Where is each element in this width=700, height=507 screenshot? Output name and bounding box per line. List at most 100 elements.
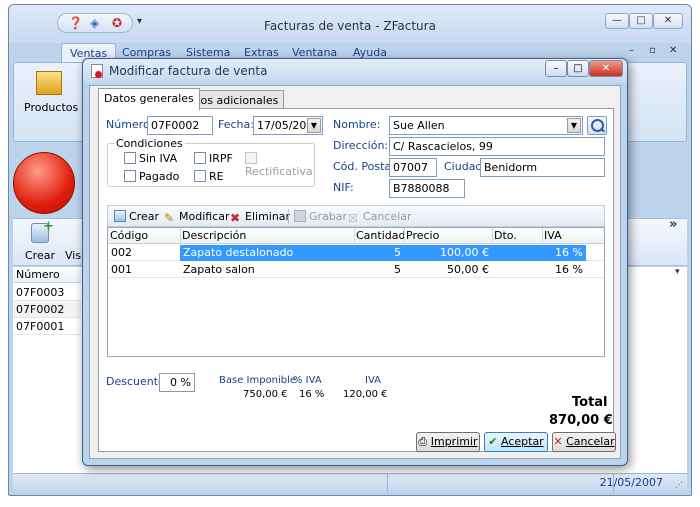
list-header-numero[interactable]: Número	[13, 267, 81, 283]
table-row[interactable]: 002 Zapato destalonado 5 100,00 € 16 %	[108, 245, 604, 261]
list-item[interactable]: 07F0002	[13, 301, 81, 318]
ciudad-field[interactable]: Benidorm	[480, 158, 605, 177]
total-value: 870,00 €	[549, 413, 613, 428]
tab-panel-general: Número: 07F0002 Fecha: 17/05/2007 ▼ Cond…	[98, 108, 614, 452]
printer-icon: ⎙	[418, 435, 428, 448]
search-button[interactable]	[587, 116, 607, 135]
record-icon	[13, 152, 75, 214]
dialog-close-button[interactable]: ✕	[589, 60, 623, 77]
cell-cantidad[interactable]: 5	[354, 262, 404, 278]
nif-label: NIF:	[333, 181, 354, 194]
dropdown-arrow-icon[interactable]: ▾	[675, 267, 680, 277]
cell-precio[interactable]: 50,00 €	[404, 262, 492, 278]
invoice-icon	[91, 64, 103, 78]
check-icon: ✔	[488, 435, 498, 448]
numero-field[interactable]: 07F0002	[147, 116, 213, 135]
descuento-field[interactable]: 0 %	[159, 373, 195, 392]
col-cantidad[interactable]: Cantidad	[354, 229, 405, 242]
cell-dto[interactable]	[492, 245, 542, 261]
porcentaje-iva-value: 16 %	[299, 389, 325, 400]
mdi-restore-icon[interactable]: ▫	[649, 45, 656, 56]
cancelar-button[interactable]: ✕ Cancelar	[552, 432, 616, 452]
table-row[interactable]: 001 Zapato salon 5 50,00 € 16 %	[108, 262, 604, 278]
col-dto[interactable]: Dto.	[492, 229, 517, 242]
delete-icon: ✖	[230, 211, 241, 225]
re-label: RE	[209, 170, 224, 183]
lines-toolbar: Crear ✎ Modificar ✖ Eliminar Grabar ☒ Cance…	[107, 205, 605, 227]
crear-line-button[interactable]: Crear	[114, 210, 159, 223]
iva-label: IVA	[365, 375, 381, 386]
tab-datos-generales[interactable]: Datos generales	[98, 88, 200, 110]
cell-descripcion[interactable]: Zapato destalonado	[180, 245, 354, 261]
resize-grip-icon[interactable]: ⋰	[675, 480, 683, 489]
list-item[interactable]: 07F0001	[13, 318, 81, 335]
edit-invoice-dialog: Modificar factura de venta – □ ✕ Datos g…	[82, 58, 628, 466]
cancelar-line-button: ☒ Cancelar	[348, 210, 412, 225]
eliminar-line-button[interactable]: ✖ Eliminar	[230, 210, 290, 224]
grabar-line-button: Grabar	[294, 210, 347, 223]
dialog-title-bar[interactable]: Modificar factura de venta – □ ✕	[83, 59, 627, 83]
imprimir-button[interactable]: ⎙ Imprimir	[416, 432, 480, 452]
toolbar-separator	[288, 209, 289, 224]
direccion-label: Dirección:	[333, 139, 389, 152]
cell-descripcion[interactable]: Zapato salon	[180, 262, 354, 278]
window-title: Facturas de venta - ZFactura	[264, 19, 436, 33]
cell-dto[interactable]	[492, 262, 542, 278]
close-icon: ✕	[553, 435, 563, 448]
cancelar-label: Cancelar	[566, 435, 615, 448]
invoice-lines-grid: Código Descripción Cantidad Precio Dto. …	[107, 227, 605, 357]
grid-header: Código Descripción Cantidad Precio Dto. …	[108, 228, 604, 244]
aceptar-label: Aceptar	[501, 435, 544, 448]
cell-precio[interactable]: 100,00 €	[404, 245, 492, 261]
irpf-checkbox[interactable]: IRPF	[194, 152, 233, 165]
cell-codigo[interactable]: 002	[108, 245, 180, 261]
modificar-line-button[interactable]: ✎ Modificar	[164, 210, 230, 224]
imprimir-label: Imprimir	[430, 435, 478, 448]
cancel-icon: ☒	[348, 212, 358, 225]
re-checkbox[interactable]: RE	[194, 170, 224, 183]
mdi-minimize-icon[interactable]: –	[629, 45, 634, 56]
cell-iva[interactable]: 16 %	[542, 262, 586, 278]
sin-iva-checkbox[interactable]: Sin IVA	[124, 152, 177, 165]
maximize-button[interactable]: □	[629, 13, 653, 29]
col-descripcion[interactable]: Descripción	[180, 229, 246, 242]
col-iva[interactable]: IVA	[542, 229, 562, 242]
close-button[interactable]: ✕	[653, 13, 683, 29]
direccion-field[interactable]: C/ Rascacielos, 99	[389, 137, 605, 156]
crear-button[interactable]: Crear	[25, 249, 55, 262]
list-item[interactable]: 07F0003	[13, 284, 81, 301]
status-divider	[387, 474, 388, 492]
dialog-maximize-button[interactable]: □	[567, 60, 589, 77]
col-codigo[interactable]: Código	[108, 229, 148, 242]
aceptar-button[interactable]: ✔ Aceptar	[484, 432, 548, 452]
chevron-down-icon[interactable]: ▼	[567, 118, 581, 133]
condiciones-group: Condiciones Sin IVA IRPF Rectificativa P…	[107, 137, 315, 187]
crear-line-label: Crear	[129, 210, 159, 223]
dialog-body: Datos generales Datos adicionales Número…	[89, 85, 621, 459]
cell-iva[interactable]: 16 %	[542, 245, 586, 261]
chevron-down-icon[interactable]: ▼	[307, 118, 321, 133]
cell-codigo[interactable]: 001	[108, 262, 180, 278]
condiciones-legend: Condiciones	[114, 137, 185, 150]
minimize-button[interactable]: —	[605, 13, 629, 29]
productos-icon	[36, 71, 62, 95]
cp-field[interactable]: 07007	[389, 158, 437, 177]
rectificativa-label: Rectificativa	[245, 165, 313, 178]
pagado-checkbox[interactable]: Pagado	[124, 170, 179, 183]
grabar-line-label: Grabar	[309, 210, 348, 223]
irpf-label: IRPF	[209, 152, 233, 165]
nombre-value: Sue Allen	[393, 119, 445, 132]
chevron-right-icon[interactable]: »	[669, 217, 677, 232]
productos-button[interactable]: Productos	[24, 101, 78, 114]
nif-field[interactable]: B7880088	[389, 179, 465, 198]
status-date: 21/05/2007	[599, 476, 663, 489]
mdi-close-icon[interactable]: ✕	[669, 45, 677, 56]
nombre-field[interactable]: Sue Allen ▼	[389, 116, 583, 135]
col-precio[interactable]: Precio	[404, 229, 439, 242]
save-icon	[294, 210, 306, 222]
dialog-minimize-button[interactable]: –	[545, 60, 567, 77]
cell-cantidad[interactable]: 5	[354, 245, 404, 261]
status-bar: 21/05/2007 ⋰	[13, 473, 687, 492]
fecha-field[interactable]: 17/05/2007 ▼	[253, 116, 323, 135]
dialog-title: Modificar factura de venta	[109, 64, 268, 78]
